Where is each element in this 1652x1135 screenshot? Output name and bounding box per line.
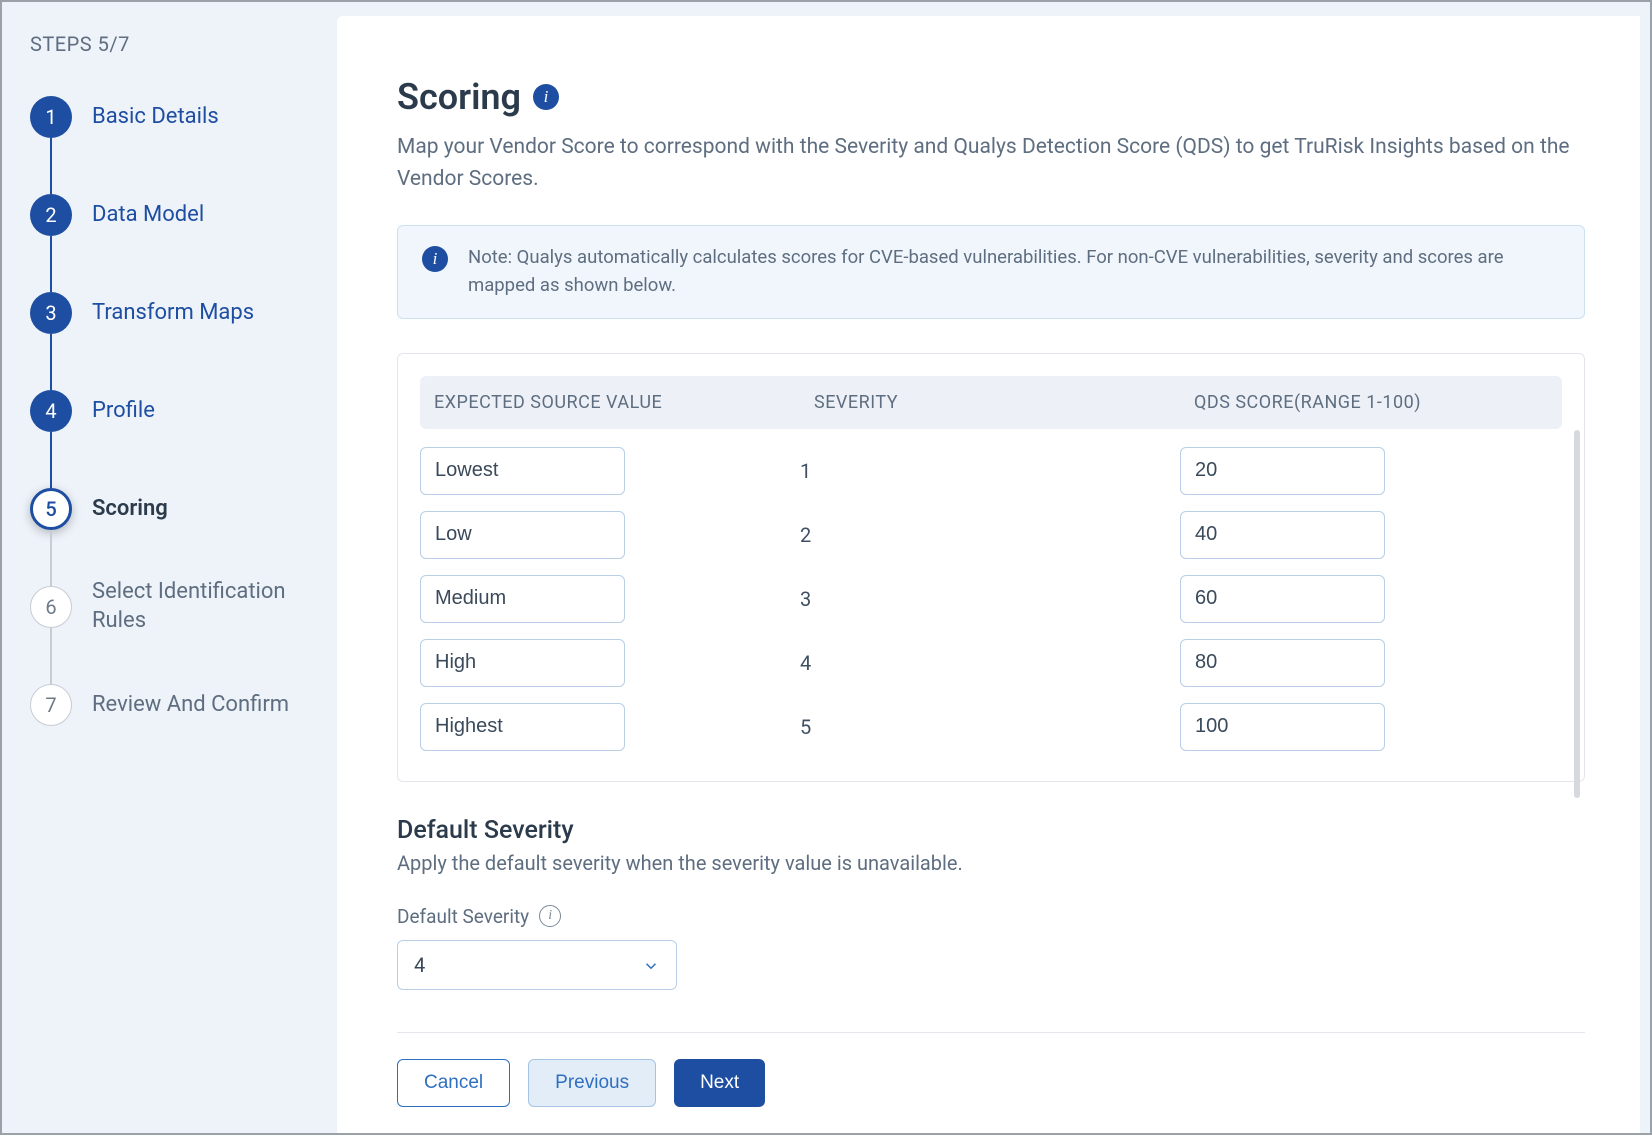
step-connector bbox=[50, 138, 52, 194]
qds-score-input[interactable] bbox=[1180, 511, 1385, 559]
source-value-input[interactable] bbox=[420, 575, 625, 623]
default-severity-select[interactable]: 4 bbox=[397, 940, 677, 990]
note-text: Note: Qualys automatically calculates sc… bbox=[468, 244, 1560, 300]
wizard-content: Scoring i Map your Vendor Score to corre… bbox=[337, 16, 1640, 1133]
qds-score-input[interactable] bbox=[1180, 447, 1385, 495]
step-label: Profile bbox=[92, 397, 155, 426]
divider bbox=[397, 1032, 1585, 1033]
severity-value: 5 bbox=[800, 715, 811, 739]
default-severity-label-row: Default Severity i bbox=[397, 905, 1585, 928]
table-row: 4 bbox=[420, 631, 1562, 695]
col-header-qds: QDS SCORE(RANGE 1-100) bbox=[1194, 392, 1474, 413]
info-icon: i bbox=[422, 246, 448, 272]
info-icon[interactable]: i bbox=[539, 905, 561, 927]
severity-value: 3 bbox=[800, 587, 811, 611]
step-4[interactable]: 4 Profile bbox=[30, 390, 317, 432]
step-number: 3 bbox=[30, 292, 72, 334]
qds-score-input[interactable] bbox=[1180, 575, 1385, 623]
default-severity-label: Default Severity bbox=[397, 905, 529, 928]
step-label: Transform Maps bbox=[92, 299, 254, 328]
step-number: 2 bbox=[30, 194, 72, 236]
previous-button[interactable]: Previous bbox=[528, 1059, 656, 1107]
step-label: Data Model bbox=[92, 201, 204, 230]
scrollbar[interactable] bbox=[1574, 430, 1580, 798]
source-value-input[interactable] bbox=[420, 511, 625, 559]
step-connector bbox=[50, 530, 52, 586]
source-value-input[interactable] bbox=[420, 447, 625, 495]
table-row: 5 bbox=[420, 695, 1562, 759]
step-label: Review And Confirm bbox=[92, 691, 289, 720]
step-connector bbox=[50, 236, 52, 292]
severity-value: 4 bbox=[800, 651, 811, 675]
table-row: 1 bbox=[420, 439, 1562, 503]
step-number: 4 bbox=[30, 390, 72, 432]
page-description: Map your Vendor Score to correspond with… bbox=[397, 132, 1585, 195]
step-connector bbox=[50, 334, 52, 390]
wizard-sidebar: STEPS 5/7 1 Basic Details 2 Data Model 3 Tran… bbox=[2, 2, 337, 1133]
step-1[interactable]: 1 Basic Details bbox=[30, 96, 317, 138]
step-number: 7 bbox=[30, 684, 72, 726]
table-header: EXPECTED SOURCE VALUE SEVERITY QDS SCORE… bbox=[420, 376, 1562, 429]
steps-count: STEPS 5/7 bbox=[30, 32, 317, 56]
step-6[interactable]: 6Select Identification Rules bbox=[30, 586, 317, 628]
qds-score-input[interactable] bbox=[1180, 703, 1385, 751]
table-row: 3 bbox=[420, 567, 1562, 631]
info-icon[interactable]: i bbox=[533, 84, 559, 110]
next-button[interactable]: Next bbox=[674, 1059, 765, 1107]
page-title-row: Scoring i bbox=[397, 76, 1585, 118]
step-connector bbox=[50, 628, 52, 684]
wizard-frame: STEPS 5/7 1 Basic Details 2 Data Model 3 Tran… bbox=[0, 0, 1652, 1135]
cancel-button[interactable]: Cancel bbox=[397, 1059, 510, 1107]
step-label: Scoring bbox=[92, 495, 168, 524]
default-severity-title: Default Severity bbox=[397, 816, 1585, 845]
step-label: Basic Details bbox=[92, 103, 219, 132]
table-row: 2 bbox=[420, 503, 1562, 567]
col-header-severity: SEVERITY bbox=[814, 392, 1194, 413]
source-value-input[interactable] bbox=[420, 703, 625, 751]
default-severity-desc: Apply the default severity when the seve… bbox=[397, 851, 1585, 875]
severity-value: 1 bbox=[800, 459, 811, 483]
scoring-table: EXPECTED SOURCE VALUE SEVERITY QDS SCORE… bbox=[397, 353, 1585, 782]
wizard-footer: Cancel Previous Next bbox=[397, 1059, 1585, 1107]
step-number: 1 bbox=[30, 96, 72, 138]
step-connector bbox=[50, 432, 52, 488]
step-number: 5 bbox=[30, 488, 72, 530]
col-header-source: EXPECTED SOURCE VALUE bbox=[434, 392, 814, 413]
qds-score-input[interactable] bbox=[1180, 639, 1385, 687]
chevron-down-icon bbox=[642, 956, 660, 974]
source-value-input[interactable] bbox=[420, 639, 625, 687]
page-title: Scoring bbox=[397, 76, 521, 118]
default-severity-value: 4 bbox=[414, 953, 425, 977]
note-box: i Note: Qualys automatically calculates … bbox=[397, 225, 1585, 319]
step-5[interactable]: 5 Scoring bbox=[30, 488, 317, 530]
steps-list: 1 Basic Details 2 Data Model 3 Transform Maps… bbox=[30, 96, 317, 726]
step-number: 6 bbox=[30, 586, 72, 628]
step-7[interactable]: 7 Review And Confirm bbox=[30, 684, 317, 726]
step-3[interactable]: 3 Transform Maps bbox=[30, 292, 317, 334]
severity-value: 2 bbox=[800, 523, 811, 547]
step-2[interactable]: 2 Data Model bbox=[30, 194, 317, 236]
step-label: Select Identification Rules bbox=[92, 578, 317, 635]
